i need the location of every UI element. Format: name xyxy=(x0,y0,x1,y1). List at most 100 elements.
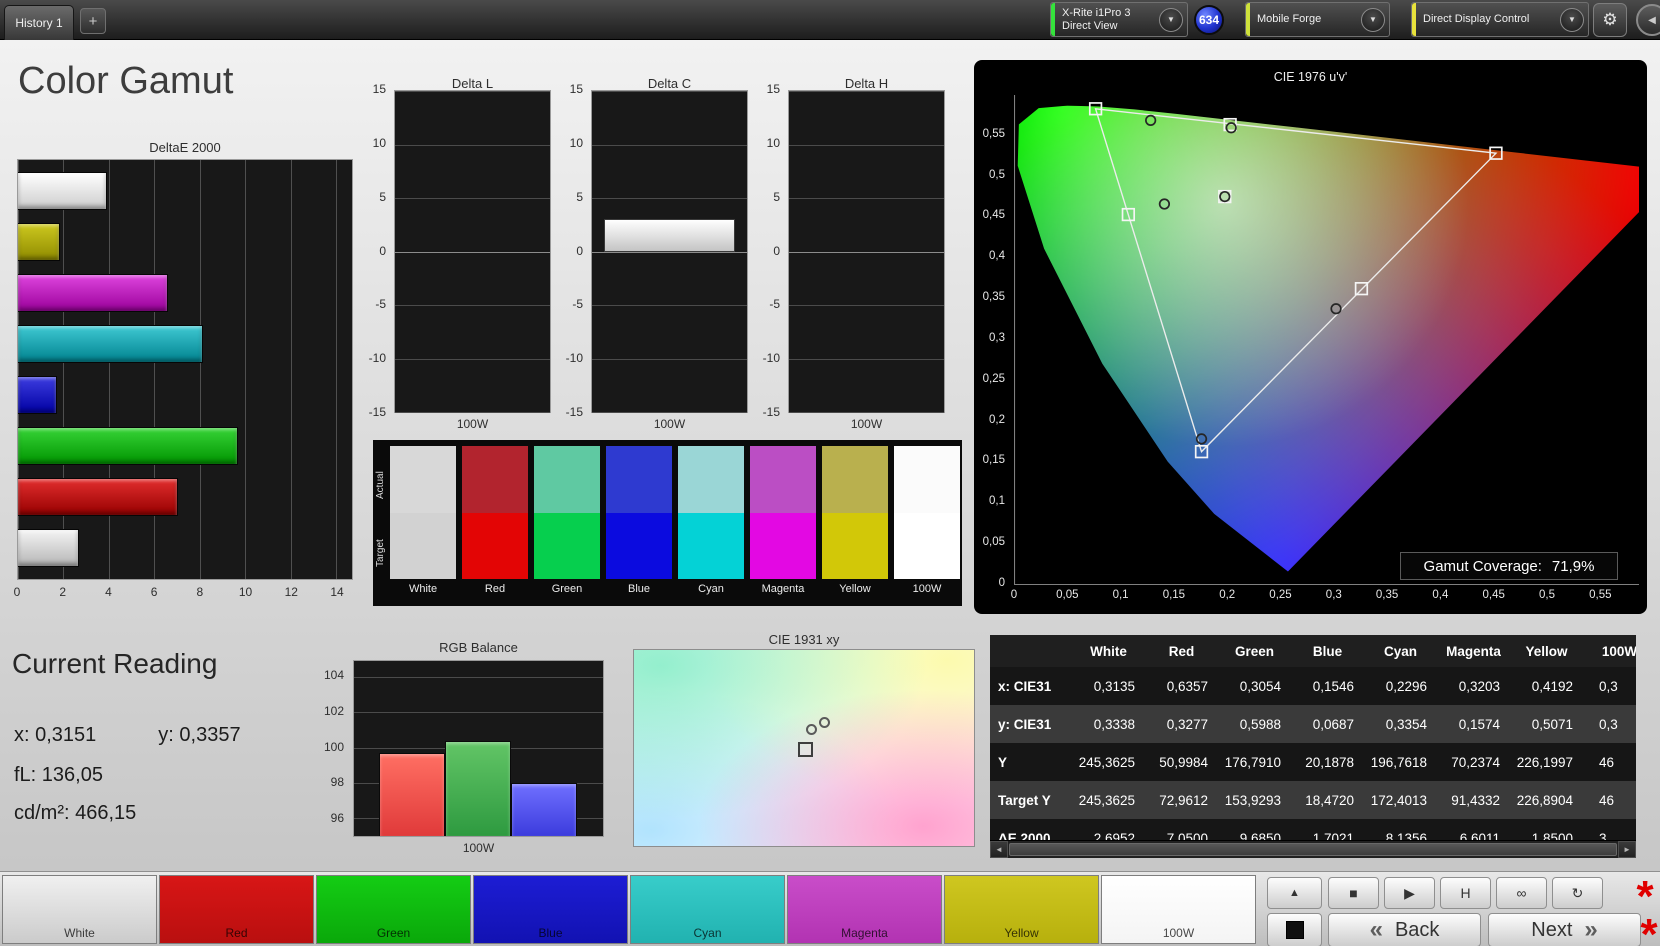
settings-button[interactable]: ⚙ xyxy=(1593,3,1627,37)
chevron-down-icon[interactable]: ▼ xyxy=(1361,7,1385,32)
table-cell: 196,7618 xyxy=(1370,754,1427,770)
scroll-right-icon[interactable]: ► xyxy=(1618,841,1636,858)
deltae-bar-row xyxy=(18,172,352,211)
deltae-plot xyxy=(17,159,353,580)
strip-swatch-blue: Blue xyxy=(606,446,672,595)
delta-c-gridline xyxy=(592,412,747,413)
table-cell: 18,4720 xyxy=(1305,792,1354,808)
pattern-swatch-blue[interactable]: Blue xyxy=(473,875,628,944)
table-cell: 70,2374 xyxy=(1451,754,1500,770)
strip-swatch-yellow: Yellow xyxy=(822,446,888,595)
current-reading-fl: fL: 136,05 xyxy=(14,764,103,786)
cie-x-tick: 0,45 xyxy=(1482,589,1505,601)
badge-count: 634 xyxy=(1198,13,1220,27)
pattern-swatch-red[interactable]: Red xyxy=(159,875,314,944)
pattern-swatch-yellow[interactable]: Yellow xyxy=(944,875,1099,944)
next-button[interactable]: Next » xyxy=(1488,913,1641,946)
pattern-source-dropdown[interactable]: Mobile Forge ▼ xyxy=(1245,2,1390,37)
table-cell: 0,1574 xyxy=(1458,716,1500,732)
pattern-swatch-100w[interactable]: 100W xyxy=(1101,875,1256,944)
collapse-panel-button[interactable]: ◀ xyxy=(1636,4,1660,36)
cie-x-tick: 0,4 xyxy=(1432,589,1449,601)
tab-history[interactable]: History 1 xyxy=(4,5,74,40)
delta-l-gridline xyxy=(395,412,550,413)
pattern-swatch-magenta[interactable]: Magenta xyxy=(787,875,942,944)
table-cell: 0,3338 xyxy=(1093,716,1135,732)
deltae-x-tick: 0 xyxy=(13,585,21,599)
table-scrollbar[interactable]: ◄ ► xyxy=(990,840,1636,858)
marker-button[interactable]: H xyxy=(1440,877,1491,909)
pattern-swatch-green[interactable]: Green xyxy=(316,875,471,944)
cie31-circle-marker xyxy=(806,724,817,735)
actual-swatch xyxy=(678,446,744,513)
actual-swatch xyxy=(822,446,888,513)
play-button[interactable]: ▶ xyxy=(1384,877,1435,909)
delta-c-y-tick: -5 xyxy=(572,297,583,312)
chevron-down-icon[interactable]: ▼ xyxy=(1159,7,1183,32)
gamut-coverage-label: Gamut Coverage: xyxy=(1423,557,1542,575)
source-accent xyxy=(1246,3,1250,36)
table-row: Target Y 245,3625 72,9612 153,9293 18,4720 17… xyxy=(990,781,1636,819)
control-label: Direct Display Control xyxy=(1423,13,1530,25)
table-cell: 0,5071 xyxy=(1531,716,1573,732)
scroll-left-icon[interactable]: ◄ xyxy=(990,841,1008,858)
table-cell: 20,1878 xyxy=(1305,754,1354,770)
delta-h-gridline xyxy=(789,305,944,306)
alert-asterisk-icon: * xyxy=(1640,910,1658,946)
cie31-circle-marker xyxy=(819,717,830,728)
loop-button[interactable]: ∞ xyxy=(1496,877,1547,909)
cie-y-tick: 0,1 xyxy=(989,495,1005,508)
delta-h-gridline xyxy=(789,412,944,413)
delta-l-plot xyxy=(394,90,551,413)
tab-history-label: History 1 xyxy=(15,16,63,30)
actual-swatch xyxy=(462,446,528,513)
next-chevrons-icon: » xyxy=(1584,916,1598,943)
table-row: Y 245,3625 50,9984 176,7910 20,1878 196,7618 7… xyxy=(990,743,1636,781)
table-cell: 2,6952 xyxy=(1093,830,1135,841)
delta-l-xlabel: 100W xyxy=(456,417,489,431)
display-control-dropdown[interactable]: Direct Display Control ▼ xyxy=(1411,2,1589,37)
measurement-count-badge[interactable]: 634 xyxy=(1194,5,1224,35)
delta-h-gridline xyxy=(789,198,944,199)
table-cell: 0,3277 xyxy=(1166,716,1208,732)
back-button[interactable]: « Back xyxy=(1328,913,1481,946)
delta-l-y-tick: -5 xyxy=(375,297,386,312)
delta-l-y-tick: 0 xyxy=(379,243,386,258)
delta-l-title: Delta L xyxy=(451,76,494,91)
delta-h-xlabel: 100W xyxy=(850,417,883,431)
page-up-button[interactable]: ▲ xyxy=(1267,877,1322,909)
delta-h-y-tick: 5 xyxy=(773,189,780,204)
table-col-100W: 100W xyxy=(1601,643,1636,659)
delta-l-gridline xyxy=(395,144,550,146)
pattern-swatch-label: 100W xyxy=(1162,926,1195,940)
deltae-bar-magenta xyxy=(18,274,168,313)
refresh-button[interactable]: ↻ xyxy=(1552,877,1603,909)
pattern-swatch-cyan[interactable]: Cyan xyxy=(630,875,785,944)
meter-dropdown[interactable]: X-Rite i1Pro 3 Direct View ▼ xyxy=(1050,2,1188,37)
strip-swatch-100w: 100W xyxy=(894,446,960,595)
cie-1976-title: CIE 1976 u'v' xyxy=(1273,70,1348,84)
caret-up-icon: ▲ xyxy=(1289,887,1300,899)
cie-y-tick: 0,5 xyxy=(989,168,1005,181)
strip-swatch-label: Blue xyxy=(627,583,651,595)
row-label: y: CIE31 xyxy=(998,716,1052,732)
pattern-swatch-white[interactable]: White xyxy=(2,875,157,944)
cie-y-tick: 0,35 xyxy=(982,291,1005,304)
delta-h-y-tick: 10 xyxy=(766,135,780,150)
chevron-down-icon[interactable]: ▼ xyxy=(1560,7,1584,32)
stop-button[interactable]: ■ xyxy=(1328,877,1379,909)
target-swatch xyxy=(678,512,744,579)
table-cell: 0,0687 xyxy=(1312,716,1354,732)
scrollbar-thumb[interactable] xyxy=(1009,843,1617,856)
strip-swatch-label: Magenta xyxy=(761,583,805,595)
table-cell: 0,5988 xyxy=(1239,716,1281,732)
add-tab-button[interactable]: + xyxy=(80,8,106,34)
delta-h-gridline xyxy=(789,358,944,360)
pattern-window-button[interactable] xyxy=(1267,913,1322,946)
deltae-xlabels: 0 2 4 6 8 10 12 14 xyxy=(13,585,353,601)
cie-x-tick: 0,15 xyxy=(1162,589,1186,601)
table-col-Green: Green xyxy=(1234,643,1275,659)
table-cell: 0,3 xyxy=(1599,678,1618,694)
actual-swatch xyxy=(750,446,816,513)
actual-swatch xyxy=(606,446,672,513)
